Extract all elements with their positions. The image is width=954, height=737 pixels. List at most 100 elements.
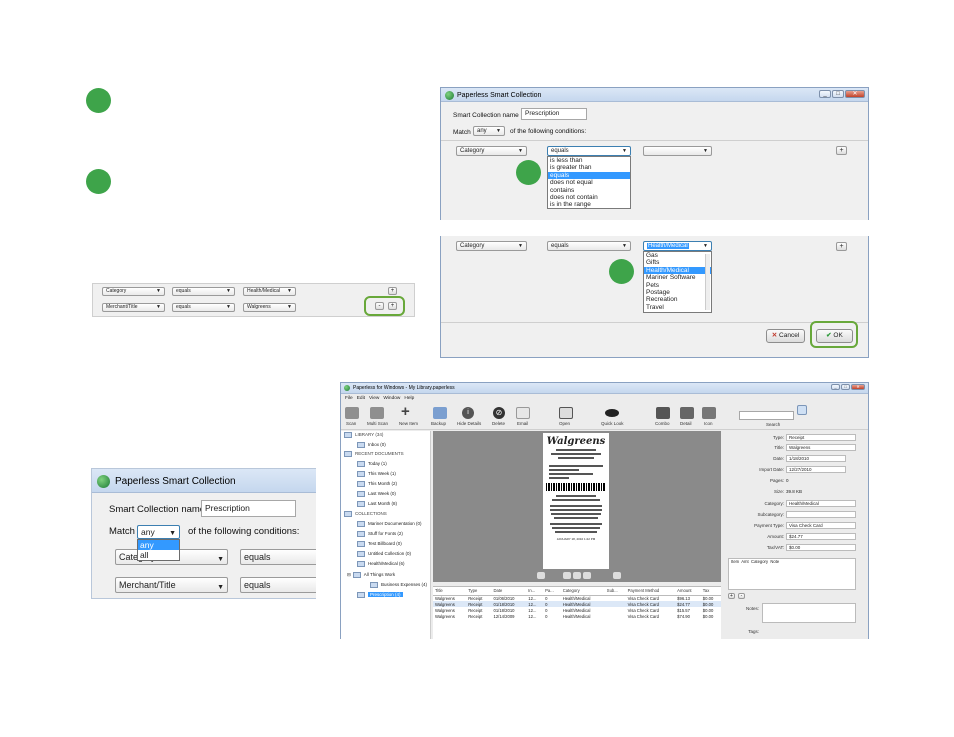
operator-select[interactable]: equals ▼ xyxy=(547,146,631,156)
sidebar-item-inbox[interactable]: Inbox (0) xyxy=(357,442,386,448)
sidebar-item-this-week[interactable]: This Week (1) xyxy=(357,471,396,477)
icon-view-icon[interactable] xyxy=(702,407,716,419)
field-select[interactable]: Merchant/Title ▼ xyxy=(102,303,165,312)
import-date-input[interactable]: 12/27/2010 xyxy=(786,466,846,473)
menu-edit[interactable]: Edit xyxy=(357,396,365,401)
menu-view[interactable]: View xyxy=(369,396,379,401)
scan-icon[interactable] xyxy=(345,407,359,419)
detail-view-icon[interactable] xyxy=(680,407,694,419)
operator-select[interactable]: equals ▼ xyxy=(172,287,235,296)
search-input[interactable] xyxy=(739,411,794,420)
close-button[interactable]: ✕ xyxy=(845,90,865,98)
table-row[interactable]: Walgreens Receipt 01/18/2010 12... 0 Health/M… xyxy=(433,607,721,613)
rotate-left-button[interactable] xyxy=(563,572,571,579)
maximize-button[interactable]: □ xyxy=(832,90,844,98)
add-item-button[interactable]: + xyxy=(728,593,735,599)
value-select[interactable]: Health/Medical ▼ xyxy=(243,287,296,296)
value-select[interactable]: Health/Medical ▼ xyxy=(643,241,712,251)
date-input[interactable]: 1/18/2010 xyxy=(786,455,846,462)
field-select[interactable]: Category▼ xyxy=(102,287,165,296)
option-recreation[interactable]: Recreation xyxy=(644,296,711,303)
field-select[interactable]: Merchant/Title ▼ xyxy=(115,577,228,593)
menu-help[interactable]: Help xyxy=(404,396,414,401)
sidebar-item-collection[interactable]: Stuff for Fonts (2) xyxy=(357,531,403,537)
collapse-icon[interactable]: ⊟ xyxy=(347,572,351,577)
option-postage[interactable]: Postage xyxy=(644,289,711,296)
field-select[interactable]: Category▼ xyxy=(456,241,527,251)
add-condition-button[interactable]: + xyxy=(836,242,847,251)
backup-icon[interactable] xyxy=(433,407,447,419)
option-is-in-the-range[interactable]: is in the range xyxy=(548,201,630,208)
sidebar-library[interactable]: LIBRARY (34) xyxy=(344,432,383,438)
table-row[interactable]: Walgreens Receipt 01/06/2010 12... 0 Health/M… xyxy=(433,595,721,601)
sidebar-item-this-month[interactable]: This Month (2) xyxy=(357,481,397,487)
sidebar-item-last-month[interactable]: Last Month (8) xyxy=(357,501,397,507)
sidebar-item-prescription[interactable]: Prescription (4) xyxy=(357,592,403,598)
maximize-button[interactable]: □ xyxy=(841,384,850,390)
option-equals[interactable]: equals xyxy=(548,171,630,180)
delete-icon[interactable]: ⊘ xyxy=(493,407,505,419)
rotate-right-button[interactable] xyxy=(573,572,581,579)
search-options-icon[interactable] xyxy=(797,405,807,415)
column-header[interactable]: Date xyxy=(491,587,527,596)
type-select[interactable]: Receipt xyxy=(786,434,856,441)
value-select[interactable]: Walgreens ▼ xyxy=(243,303,296,312)
add-condition-button[interactable]: + xyxy=(836,146,847,155)
info-icon[interactable]: i xyxy=(462,407,474,419)
multi-scan-icon[interactable] xyxy=(370,407,384,419)
add-condition-button[interactable]: + xyxy=(388,302,397,310)
column-header[interactable]: Sub... xyxy=(604,587,626,596)
sidebar-item-collection[interactable]: Mariner Documentation (0) xyxy=(357,521,422,527)
operator-select[interactable]: equals ▼ xyxy=(547,241,631,251)
option-any[interactable]: any xyxy=(138,540,179,550)
option-mariner-software[interactable]: Mariner Software xyxy=(644,274,711,281)
sidebar-item-collection[interactable]: Health/Medical (6) xyxy=(357,561,405,567)
quick-look-icon[interactable] xyxy=(605,409,619,417)
column-header[interactable]: Type xyxy=(466,587,492,596)
operator-select[interactable]: equals xyxy=(240,577,316,593)
collection-name-input[interactable]: Prescription xyxy=(521,108,587,120)
list-scrollbar[interactable] xyxy=(705,254,710,310)
column-header[interactable]: Payment Method xyxy=(625,587,676,596)
sidebar-item-today[interactable]: Today (1) xyxy=(357,461,387,467)
close-button[interactable]: ✕ xyxy=(851,384,865,390)
sidebar-item-collection[interactable]: Business Expenses (4) xyxy=(370,582,427,588)
tax-input[interactable]: $0.00 xyxy=(786,544,856,551)
add-condition-button[interactable]: + xyxy=(388,287,397,295)
column-header[interactable]: Category xyxy=(560,587,605,596)
option-gas[interactable]: Gas xyxy=(644,252,711,259)
table-row[interactable]: Walgreens Receipt 12/14/2009 12... 0 Health/M… xyxy=(433,613,721,619)
previous-page-button[interactable] xyxy=(537,572,545,579)
match-select[interactable]: any ▼ xyxy=(137,525,180,539)
open-icon[interactable] xyxy=(559,407,573,419)
remove-condition-button[interactable]: - xyxy=(375,302,384,310)
payment-type-select[interactable]: Visa Check Card xyxy=(786,522,856,529)
table-row[interactable]: Walgreens Receipt 01/18/2010 12... 0 Health/M… xyxy=(433,601,721,607)
remove-item-button[interactable]: - xyxy=(738,593,745,599)
cancel-button[interactable]: ✕ Cancel xyxy=(766,329,805,343)
option-does-not-contain[interactable]: does not contain xyxy=(548,194,630,201)
option-is-less-than[interactable]: is less than xyxy=(548,157,630,164)
menu-file[interactable]: File xyxy=(345,396,353,401)
column-header[interactable]: Amount xyxy=(675,587,701,596)
option-gifts[interactable]: Gifts xyxy=(644,259,711,266)
match-select[interactable]: any ▼ xyxy=(473,126,505,136)
sidebar-collections[interactable]: COLLECTIONS xyxy=(344,511,387,517)
notes-textarea[interactable] xyxy=(762,603,856,623)
option-travel[interactable]: Travel xyxy=(644,304,711,311)
ok-button[interactable]: ✔ OK xyxy=(816,329,853,343)
title-input[interactable]: Walgreens xyxy=(786,444,856,451)
column-header[interactable]: Pa... xyxy=(543,587,561,596)
field-select[interactable]: Category▼ xyxy=(456,146,527,156)
sidebar-item-folder[interactable]: ⊟ All Things Work xyxy=(347,572,395,578)
option-all[interactable]: all xyxy=(138,550,179,560)
email-icon[interactable] xyxy=(516,407,530,419)
sidebar-recent-documents[interactable]: RECENT DOCUMENTS xyxy=(344,451,404,457)
operator-select[interactable]: equals ▼ xyxy=(172,303,235,312)
category-select[interactable]: Health/Medical xyxy=(786,500,856,507)
collection-name-input[interactable]: Prescription xyxy=(201,500,296,517)
new-item-icon[interactable]: + xyxy=(401,404,415,419)
combo-view-icon[interactable] xyxy=(656,407,670,419)
option-contains[interactable]: contains xyxy=(548,187,630,194)
minimize-button[interactable]: _ xyxy=(819,90,831,98)
